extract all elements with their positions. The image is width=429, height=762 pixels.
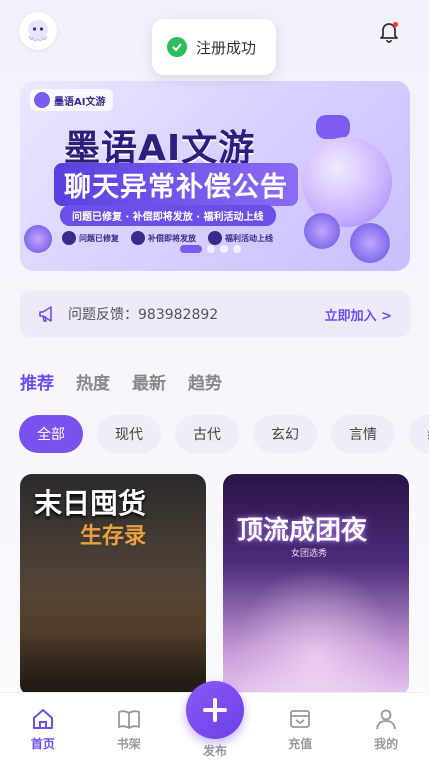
category-tabs: 推荐 热度 最新 趋势 [20,369,222,394]
card-title: 末日囤货 [34,487,147,520]
banner-feature: 补偿即将发放 [131,231,196,245]
card-subtitle: 女团选秀 [291,549,328,559]
chip-modern[interactable]: 现代 [97,415,161,453]
home-icon [32,709,53,729]
feedback-text: 问题反馈：983982892 [68,307,219,323]
story-card[interactable]: 顶流成团夜 女团选秀 [223,474,409,696]
coin-icon [304,213,340,249]
carousel-dot[interactable] [180,245,202,253]
user-icon [376,709,396,730]
banner-feature: 问题已修复 [62,231,119,245]
wallet-icon [290,710,311,728]
chip-ancient[interactable]: 古代 [175,415,239,453]
check-icon [167,37,187,57]
banner-features: 问题已修复 补偿即将发放 福利活动上线 [62,231,273,245]
book-icon [117,710,140,729]
tab-hot[interactable]: 热度 [76,369,110,394]
chip-romance[interactable]: 言情 [331,415,395,453]
chip-more[interactable]: 纟 [409,415,429,453]
banner-tagline: 问题已修复 · 补偿即将发放 · 福利活动上线 [60,205,276,226]
join-now-link[interactable]: 立即加入 > [325,305,392,324]
cover-image [20,576,206,696]
announcement-banner[interactable]: 墨语AI文游 墨语AI文游 聊天异常补偿公告 问题已修复 · 补偿即将发放 · … [20,81,410,271]
banner-brand: 墨语AI文游 [30,89,114,111]
nav-recharge[interactable]: 充值 [257,693,343,762]
gift-icon [131,231,145,245]
nav-bookshelf[interactable]: 书架 [86,693,172,762]
tab-recommend[interactable]: 推荐 [20,369,54,394]
carousel-dot[interactable] [233,245,241,253]
octopus-avatar-icon [28,20,48,42]
genre-filter: 全部 现代 古代 玄幻 言情 纟 [19,415,429,453]
publish-button[interactable] [186,681,244,739]
bell-icon[interactable] [376,18,402,44]
carousel-indicator[interactable] [180,245,241,253]
cover-image [233,566,399,696]
avatar[interactable] [19,12,57,50]
banner-subheadline: 聊天异常补偿公告 [54,163,298,206]
megaphone-icon [39,306,52,322]
publish-label: 发布 [202,744,227,758]
coin-icon [350,223,390,263]
chip-fantasy[interactable]: 玄幻 [253,415,317,453]
tab-latest[interactable]: 最新 [132,369,166,394]
plus-icon [203,698,227,722]
card-subtitle: 生存录 [80,524,147,549]
nav-mine[interactable]: 我的 [343,693,429,762]
chip-all[interactable]: 全部 [19,415,83,453]
coin-icon [24,225,52,253]
tab-trending[interactable]: 趋势 [188,369,222,394]
chat-bubble-icon [316,115,350,139]
card-title: 顶流成团夜 [237,516,368,546]
story-card[interactable]: 末日囤货 生存录 [20,474,206,696]
wrench-icon [62,231,76,245]
carousel-dot[interactable] [207,245,215,253]
banner-feature: 福利活动上线 [208,231,273,245]
carousel-dot[interactable] [220,245,228,253]
nav-home[interactable]: 首页 [0,693,86,762]
brand-logo-icon [34,92,50,108]
toast-message: 注册成功 [196,38,257,57]
feedback-bar[interactable]: 问题反馈：983982892 立即加入 > [20,291,410,337]
toast-notification: 注册成功 [152,19,276,75]
star-icon [208,231,222,245]
